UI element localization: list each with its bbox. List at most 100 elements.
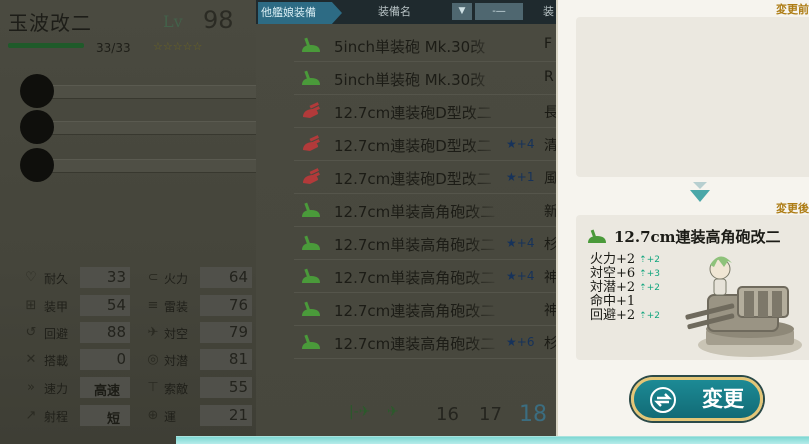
equipped-ship: 神 bbox=[544, 303, 556, 319]
level-label: Lv bbox=[163, 12, 183, 31]
equipment-name: 12.7cm連装砲D型改二 bbox=[334, 170, 492, 188]
equipped-ship: 風 bbox=[544, 171, 556, 187]
bonus-row: 命中+1 bbox=[590, 294, 636, 309]
stat-label: 速力 bbox=[44, 382, 69, 396]
equipment-list-row[interactable]: 12.7cm連装砲D型改二 ★+4 清 bbox=[294, 128, 556, 161]
secondary-gun-icon bbox=[302, 202, 320, 217]
equipment-list-row[interactable]: 12.7cm連装高角砲改二 神 bbox=[294, 293, 556, 326]
speed-icon: » bbox=[27, 380, 35, 395]
secondary-gun-icon bbox=[588, 229, 606, 243]
main-gun-icon bbox=[303, 135, 320, 151]
equipment-list-row[interactable]: 12.7cm連装砲D型改二 長 bbox=[294, 95, 556, 128]
secondary-gun-icon bbox=[302, 70, 320, 85]
equipped-ship: 長 bbox=[544, 105, 556, 121]
secondary-gun-icon bbox=[302, 37, 320, 52]
equipment-list-row[interactable]: 12.7cm単装高角砲改二 ★+4 杉 bbox=[294, 227, 556, 260]
bonus-row: 対空+6 ⇡+3 bbox=[590, 266, 660, 281]
page-16-link[interactable]: 16 bbox=[436, 404, 459, 425]
firepower-icon: ⊂ bbox=[147, 270, 159, 285]
equipment-name: 5inch単装砲 Mk.30改 bbox=[334, 71, 486, 89]
bonus-stats: 火力+2 ⇡+2 対空+6 ⇡+3 対潜+2 ⇡+2 命中+1 回避+2 ⇡+2 bbox=[590, 253, 660, 323]
asw-icon: ◎ bbox=[147, 352, 159, 367]
slot-disc-icon bbox=[20, 148, 54, 182]
down-arrow-icon bbox=[690, 182, 710, 202]
equipped-ship: 神 bbox=[544, 270, 556, 286]
equipment-name: 12.7cm連装砲D型改二 bbox=[334, 104, 492, 122]
secondary-gun-icon bbox=[302, 301, 320, 316]
stat-value: 高速 bbox=[93, 384, 120, 399]
prev-page-icon[interactable]: ✈ bbox=[387, 404, 399, 420]
swap-arrows-icon bbox=[650, 387, 676, 413]
stat-value: 21 bbox=[228, 406, 248, 424]
hp-bar bbox=[8, 43, 84, 48]
before-change-label: 変更前 bbox=[776, 3, 809, 16]
stat-label: 索敵 bbox=[164, 382, 189, 396]
star-rating: ☆☆☆☆☆ bbox=[153, 40, 203, 53]
stat-value: 76 bbox=[228, 296, 248, 314]
equipment-name: 12.7cm単装高角砲改二 bbox=[334, 236, 496, 254]
stat-label: 対空 bbox=[164, 327, 189, 341]
main-gun-icon bbox=[303, 168, 320, 184]
aircraft-icon: ✕ bbox=[25, 352, 37, 367]
stat-value: 33 bbox=[106, 268, 126, 286]
equipment-name: 12.7cm連装高角砲改二 bbox=[334, 335, 496, 353]
page-18-current[interactable]: 18 bbox=[519, 402, 547, 427]
stat-value: 64 bbox=[228, 268, 248, 286]
equipment-list-row[interactable]: 12.7cm単装高角砲改二 ★+4 神 bbox=[294, 260, 556, 293]
stat-label: 運 bbox=[164, 410, 177, 424]
equipment-list-row[interactable]: 12.7cm連装砲D型改二 ★+1 風 bbox=[294, 161, 556, 194]
equipment-name: 12.7cm連装高角砲改二 bbox=[334, 302, 496, 320]
stat-label: 対潜 bbox=[164, 354, 189, 368]
stat-value: 0 bbox=[116, 350, 126, 368]
stat-label: 耐久 bbox=[44, 272, 69, 286]
antiair-icon: ✈ bbox=[147, 325, 159, 340]
equipment-list-row[interactable]: 5inch単装砲 Mk.30改 R bbox=[294, 62, 556, 95]
stat-value: 54 bbox=[106, 296, 126, 314]
equipment-slot[interactable] bbox=[20, 148, 256, 182]
improvement-level: ★+4 bbox=[506, 137, 535, 151]
slot-disc-icon bbox=[20, 74, 54, 108]
secondary-gun-icon bbox=[302, 268, 320, 283]
luck-icon: ⊕ bbox=[147, 408, 159, 423]
tab-other-ship-equipment[interactable]: 他艦娘装備 bbox=[258, 2, 342, 24]
los-icon: ⊤ bbox=[147, 380, 159, 395]
equipment-list-row[interactable]: 12.7cm単装高角砲改二 新 bbox=[294, 194, 556, 227]
equipment-slot[interactable] bbox=[20, 74, 256, 108]
stat-value: 短 bbox=[106, 412, 120, 427]
improvement-level: ★+4 bbox=[506, 269, 535, 283]
filter-toggle-button[interactable]: -— bbox=[475, 3, 523, 20]
improvement-level: ★+4 bbox=[506, 236, 535, 250]
stat-label: 射程 bbox=[44, 410, 69, 424]
equipment-slot[interactable] bbox=[20, 110, 256, 144]
stat-label: 雷装 bbox=[164, 300, 189, 314]
page-17-link[interactable]: 17 bbox=[479, 404, 502, 425]
bonus-row: 対潜+2 ⇡+2 bbox=[590, 280, 660, 295]
change-button[interactable]: 変更 bbox=[631, 377, 763, 421]
bonus-row: 火力+2 ⇡+2 bbox=[590, 252, 660, 267]
stat-label: 火力 bbox=[164, 272, 189, 286]
equipped-ship: F bbox=[544, 36, 553, 52]
equipment-list-row[interactable]: 5inch単装砲 Mk.30改 F bbox=[294, 29, 556, 62]
stat-value: 55 bbox=[228, 378, 248, 396]
stat-label: 搭載 bbox=[44, 354, 69, 368]
ship-level: 98 bbox=[203, 6, 234, 34]
equipment-list-row[interactable]: 12.7cm連装高角砲改二 ★+6 杉 bbox=[294, 326, 556, 359]
range-icon: ↗ bbox=[25, 408, 37, 423]
pagination: |-✈ ✈ 16 17 18 bbox=[346, 402, 556, 430]
compare-panel: 変更前 変更後 12.7cm連装高角砲改二 火力+2 ⇡+2 対空+6 ⇡+3 対潜… bbox=[556, 0, 809, 444]
evasion-icon: ↺ bbox=[25, 325, 37, 340]
main-gun-icon bbox=[303, 102, 320, 118]
slot-disc-icon bbox=[20, 110, 54, 144]
stat-value: 79 bbox=[228, 323, 248, 341]
sort-dropdown-button[interactable]: ▼ bbox=[452, 3, 472, 20]
after-equipment-name: 12.7cm連装高角砲改二 bbox=[614, 228, 781, 246]
equipped-ship: 新 bbox=[544, 204, 556, 220]
armor-icon: ⊞ bbox=[25, 298, 37, 313]
first-page-icon[interactable]: |-✈ bbox=[349, 404, 371, 420]
list-header: 他艦娘装備 装備名 ▼ -— 装 bbox=[256, 0, 556, 24]
secondary-gun-icon bbox=[302, 235, 320, 250]
secondary-gun-icon bbox=[302, 334, 320, 349]
equipment-list-panel: 他艦娘装備 装備名 ▼ -— 装 5inch単装砲 Mk.30改 F 5inch単装… bbox=[256, 0, 556, 444]
equipment-name: 12.7cm連装砲D型改二 bbox=[334, 137, 492, 155]
before-change-box bbox=[576, 17, 809, 177]
